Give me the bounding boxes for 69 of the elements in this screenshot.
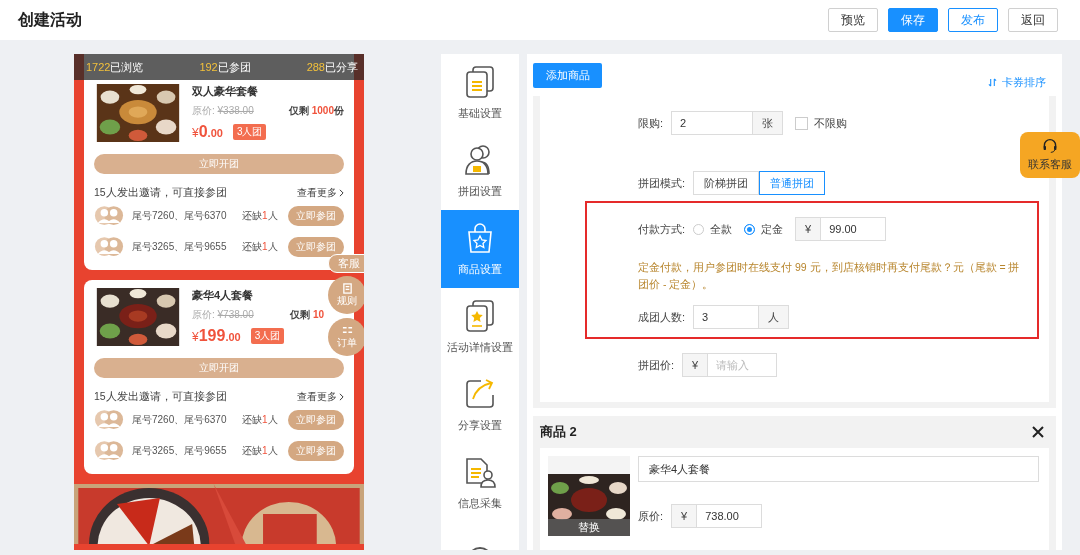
payment-radio[interactable]: 全款 (693, 221, 733, 237)
limit-field[interactable]: 2 张 (671, 111, 784, 135)
original-price: 原价: ¥738.00 (192, 308, 254, 322)
deal-title: 双人豪华套餐 (192, 84, 259, 99)
original-price-field[interactable]: ¥ 738.00 (671, 504, 763, 528)
share-arrow-icon (463, 377, 497, 411)
more-link[interactable]: 查看更多 (297, 186, 344, 200)
list-icon (341, 324, 353, 336)
missing-text: 还缺1人 (242, 208, 278, 223)
missing-text: 还缺1人 (242, 443, 278, 458)
field-label: 成团人数: (638, 309, 686, 325)
avatar-pair-icon (94, 236, 124, 257)
close-icon[interactable] (1032, 426, 1044, 438)
field-label: 原价: (638, 508, 664, 524)
headset-icon (1042, 138, 1058, 154)
group-price: ¥0.00 (192, 123, 223, 141)
members-text: 尾号7260、尾号6370 (132, 208, 228, 223)
group-size-tag: 3人团 (250, 328, 285, 344)
stat-text: 192已参团 (199, 59, 251, 75)
field-label: 付款方式: (638, 221, 686, 237)
members-text: 尾号7260、尾号6370 (132, 412, 228, 427)
invite-text: 15人发出邀请，可直接参团 (94, 186, 227, 200)
nav-item[interactable]: 基础设置 (441, 54, 519, 132)
avatar-pair-icon (94, 440, 124, 461)
missing-text: 还缺1人 (242, 239, 278, 254)
price-field[interactable]: ¥ 请输入 (682, 353, 778, 377)
replace-button[interactable]: 替换 (548, 519, 630, 536)
chevron-right-icon (339, 393, 344, 401)
contact-support-button[interactable]: 联系客服 (1020, 132, 1080, 178)
deposit-field[interactable]: ¥ 99.00 (795, 217, 887, 241)
sort-arrows-icon (988, 77, 997, 87)
original-price: 原价: ¥338.00 (192, 104, 254, 118)
members-text: 尾号3265、尾号9655 (132, 443, 228, 458)
group-price: ¥199.00 (192, 327, 241, 345)
unlimited-checkbox[interactable]: 不限购 (795, 115, 848, 131)
mode-option[interactable]: 阶梯拼团 (693, 171, 760, 195)
stat-text: 1722已浏览 (86, 59, 144, 75)
header-button[interactable]: 返回 (1008, 8, 1058, 32)
stock-text: 仅剩 1000份 (288, 104, 344, 118)
field-label: 拼团价: (638, 357, 675, 373)
payment-radio[interactable]: 定金 (744, 221, 784, 237)
field-label: 拼团模式: (638, 175, 686, 191)
invite-text: 15人发出邀请，可直接参团 (94, 390, 227, 404)
currency-prefix: ¥ (683, 354, 709, 376)
more-link[interactable]: 查看更多 (297, 390, 344, 404)
deal-title: 豪华4人套餐 (192, 288, 255, 303)
stat-text: 288已分享 (306, 59, 358, 75)
nav-item[interactable]: 信息采集 (441, 444, 519, 522)
document-icon (341, 282, 353, 294)
form-user-icon (463, 455, 497, 489)
nav-item[interactable]: 拼团设置 (441, 132, 519, 210)
product-title: 商品 2 (540, 423, 577, 441)
group-size-field[interactable]: 3 人 (693, 305, 790, 329)
product-name-field[interactable]: 豪华4人套餐 (638, 456, 1039, 482)
page-title: 创建活动 (18, 9, 82, 30)
avatar-pair-icon (94, 409, 124, 430)
deposit-note: 定金付款，用户参团时在线支付 99 元，到店核销时再支付尾款？元（尾款 = 拼团价 - 定金）。 (638, 260, 1021, 292)
field-label: 限购: (638, 115, 664, 131)
stock-text: 仅剩 10 (290, 308, 324, 322)
avatar-pair-icon (94, 205, 124, 226)
chevron-right-icon (339, 189, 344, 197)
nav-item[interactable]: 活动详情设置 (441, 288, 519, 366)
group-size-tag: 3人团 (232, 124, 267, 140)
header-button[interactable]: 预览 (828, 8, 878, 32)
missing-text: 还缺1人 (242, 412, 278, 427)
nav-item[interactable]: 分享设置 (441, 366, 519, 444)
star-document-icon (463, 299, 497, 333)
members-text: 尾号3265、尾号9655 (132, 239, 228, 254)
documents-icon (463, 65, 497, 99)
